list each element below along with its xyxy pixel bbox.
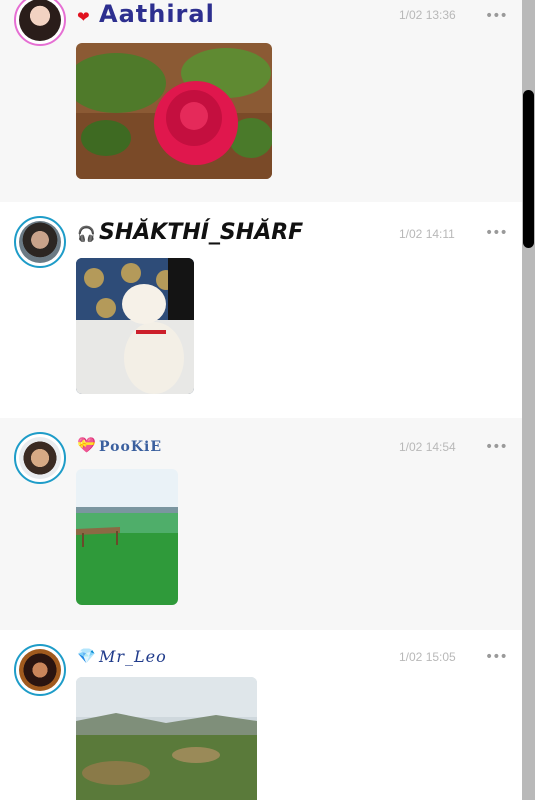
heart-icon: ❤ (77, 8, 90, 26)
post-photo[interactable] (76, 258, 194, 394)
feed-post: 💝 PooKiE 1/02 14:54 ••• (0, 418, 522, 630)
post-photo[interactable] (76, 469, 178, 605)
post-photo[interactable] (76, 43, 272, 179)
more-options-icon[interactable]: ••• (485, 226, 508, 240)
feed-post: 🎧 SHĂKTHÍ_SHĂRF 1/02 14:11 ••• (0, 202, 522, 418)
post-timestamp: 1/02 15:05 (399, 650, 456, 664)
post-timestamp: 1/02 13:36 (399, 8, 456, 22)
post-timestamp: 1/02 14:11 (399, 227, 455, 241)
avatar[interactable] (14, 216, 66, 268)
avatar[interactable] (14, 0, 66, 46)
diamond-icon: 💎 (77, 647, 96, 665)
feed-post: 💎 Mr_Leo 1/02 15:05 ••• (0, 630, 522, 800)
username-label[interactable]: PooKiE (99, 439, 162, 455)
rose-photo-image (76, 43, 272, 179)
feed-post: ❤ Aathiral 1/02 13:36 ••• (0, 0, 522, 202)
feed-list: ❤ Aathiral 1/02 13:36 ••• 🎧 SHĂKTHÍ_SHĂR… (0, 0, 522, 800)
scrollbar-thumb[interactable] (523, 90, 534, 248)
username-label[interactable]: SHĂKTHÍ_SHĂRF (99, 220, 303, 245)
more-options-icon[interactable]: ••• (485, 9, 508, 23)
avatar[interactable] (14, 432, 66, 484)
username-label[interactable]: Aathiral (99, 0, 215, 28)
heart-ribbon-icon: 💝 (77, 436, 96, 454)
post-timestamp: 1/02 14:54 (399, 440, 456, 454)
post-photo[interactable] (76, 677, 257, 800)
username-label[interactable]: Mr_Leo (99, 647, 167, 666)
landscape-photo-image (76, 677, 257, 800)
more-options-icon[interactable]: ••• (485, 650, 508, 664)
lake-photo-image (76, 469, 178, 605)
puppy-photo-image (76, 258, 194, 394)
avatar[interactable] (14, 644, 66, 696)
headphones-emoji-icon: 🎧 (77, 225, 96, 243)
scrollbar-track[interactable] (522, 0, 535, 800)
more-options-icon[interactable]: ••• (485, 440, 508, 454)
